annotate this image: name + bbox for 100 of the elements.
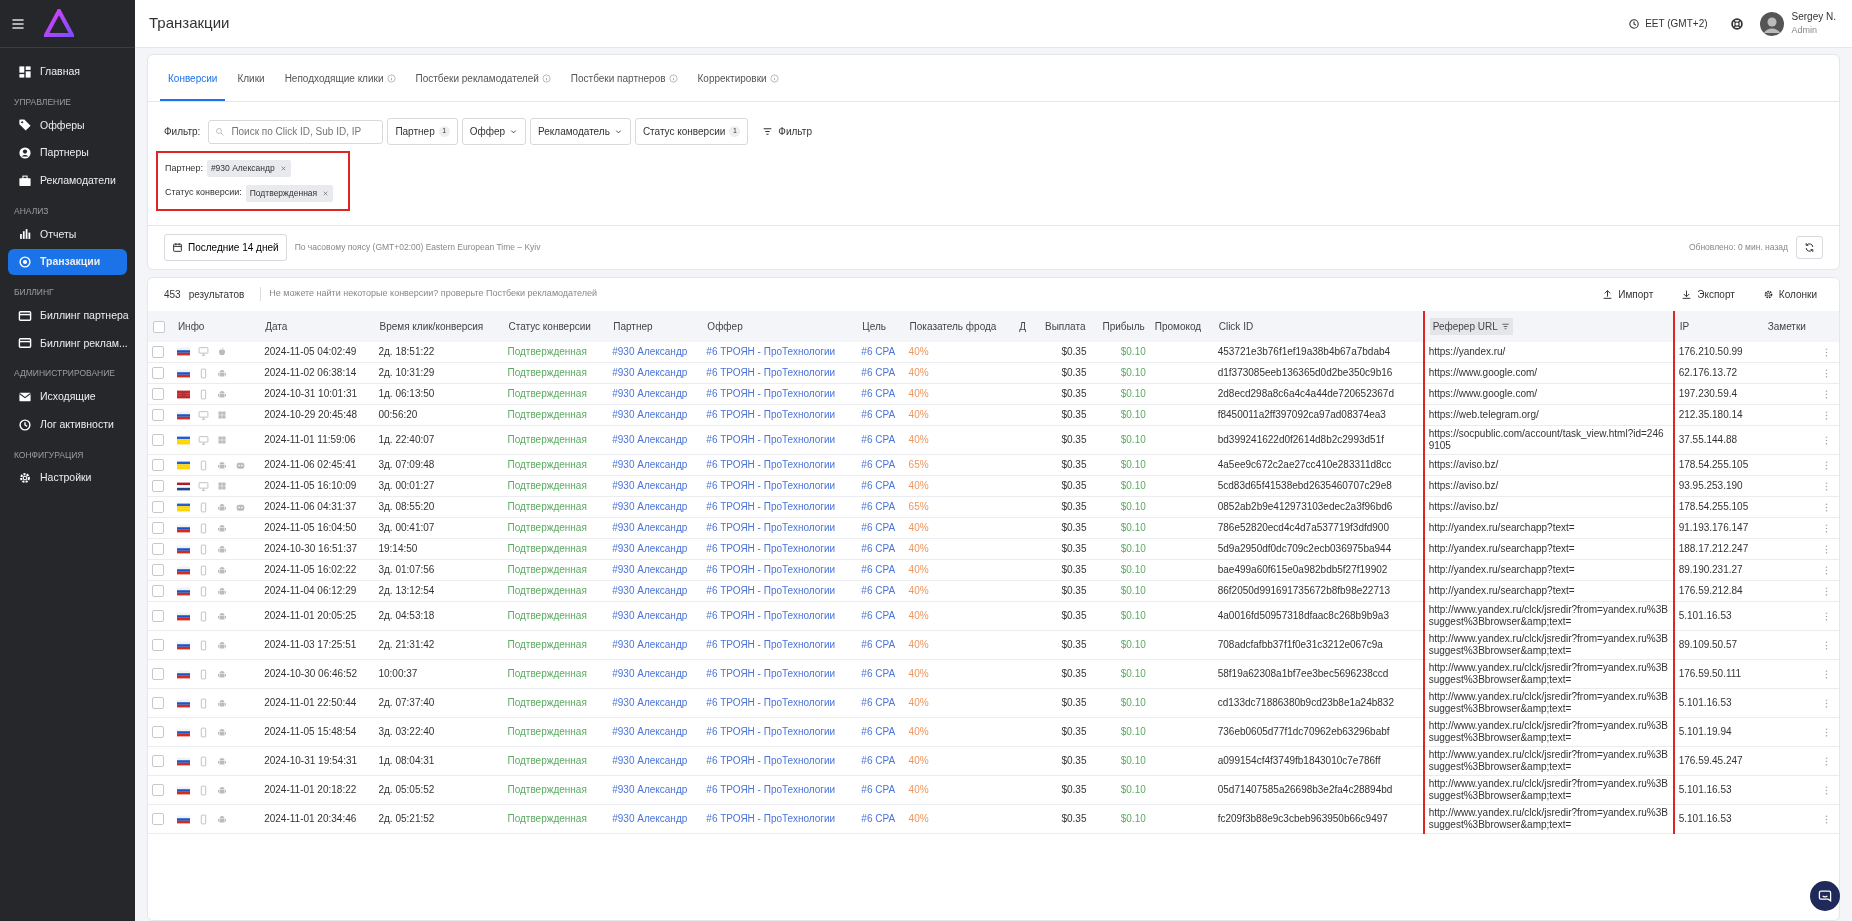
partner-link[interactable]: #930 Александр [612, 480, 688, 491]
filter-dropdown[interactable]: Оффер [461, 118, 527, 145]
goal-link[interactable]: #6 CPA [861, 543, 896, 554]
offer-link[interactable]: #6 ТРОЯН - ПроТехнологии [706, 784, 836, 795]
goal-link[interactable]: #6 CPA [861, 409, 896, 420]
partner-link[interactable]: #930 Александр [612, 813, 688, 824]
offer-link[interactable]: #6 ТРОЯН - ПроТехнологии [706, 501, 836, 512]
partner-link[interactable]: #930 Александр [612, 388, 688, 399]
offer-link[interactable]: #6 ТРОЯН - ПроТехнологии [706, 543, 836, 554]
row-checkbox[interactable] [152, 639, 164, 652]
goal-link[interactable]: #6 CPA [861, 755, 896, 766]
row-checkbox[interactable] [152, 345, 164, 358]
offer-link[interactable]: #6 ТРОЯН - ПроТехнологии [706, 434, 836, 445]
row-checkbox[interactable] [152, 585, 164, 598]
partner-link[interactable]: #930 Александр [612, 522, 688, 533]
search-field[interactable]: Поиск по Click ID, Sub ID, IP [208, 119, 384, 144]
row-checkbox[interactable] [152, 564, 164, 577]
offer-link[interactable]: #6 ТРОЯН - ПроТехнологии [706, 726, 836, 737]
goal-link[interactable]: #6 CPA [861, 585, 896, 596]
row-checkbox[interactable] [152, 668, 164, 681]
goal-link[interactable]: #6 CPA [861, 726, 896, 737]
tab[interactable]: Корректировки [689, 55, 787, 101]
toolbar-button[interactable]: Импорт [1596, 285, 1660, 303]
row-checkbox[interactable] [152, 813, 164, 826]
select-all-checkbox[interactable] [153, 320, 165, 333]
offer-link[interactable]: #6 ТРОЯН - ПроТехнологии [706, 697, 836, 708]
sidebar-item[interactable]: Биллинг реклам... [8, 330, 127, 357]
goal-link[interactable]: #6 CPA [861, 345, 896, 357]
filter-chip[interactable]: Подтвержденная [245, 184, 334, 202]
sidebar-item[interactable]: Отчеты [8, 221, 127, 248]
offer-link[interactable]: #6 ТРОЯН - ПроТехнологии [706, 564, 836, 575]
goal-link[interactable]: #6 CPA [861, 459, 896, 470]
toolbar-button[interactable]: Экспорт [1675, 285, 1741, 303]
offer-link[interactable]: #6 ТРОЯН - ПроТехнологии [706, 755, 836, 766]
tab[interactable]: Клики [229, 55, 273, 101]
offer-link[interactable]: #6 ТРОЯН - ПроТехнологии [706, 345, 836, 357]
filter-button[interactable]: Фильтр [756, 123, 818, 140]
filter-dropdown[interactable]: Рекламодатель [530, 118, 631, 145]
row-checkbox[interactable] [152, 459, 164, 472]
row-checkbox[interactable] [152, 522, 164, 535]
goal-link[interactable]: #6 CPA [861, 388, 896, 399]
sidebar-item[interactable]: Исходящие [8, 384, 127, 410]
partner-link[interactable]: #930 Александр [612, 543, 688, 554]
goal-link[interactable]: #6 CPA [861, 639, 896, 650]
partner-link[interactable]: #930 Александр [612, 610, 688, 621]
row-checkbox[interactable] [152, 726, 164, 739]
date-range-button[interactable]: Последние 14 дней [164, 233, 287, 261]
row-checkbox[interactable] [152, 610, 164, 623]
partner-link[interactable]: #930 Александр [612, 784, 688, 795]
goal-link[interactable]: #6 CPA [861, 697, 896, 708]
row-checkbox[interactable] [152, 697, 164, 710]
offer-link[interactable]: #6 ТРОЯН - ПроТехнологии [706, 388, 836, 399]
partner-link[interactable]: #930 Александр [612, 434, 688, 445]
row-checkbox[interactable] [152, 434, 164, 447]
partner-link[interactable]: #930 Александр [612, 501, 688, 512]
partner-link[interactable]: #930 Александр [612, 726, 688, 737]
row-checkbox[interactable] [152, 501, 164, 514]
row-checkbox[interactable] [152, 480, 164, 493]
sidebar-item[interactable]: Лог активности [8, 411, 127, 438]
goal-link[interactable]: #6 CPA [861, 522, 896, 533]
partner-link[interactable]: #930 Александр [612, 585, 688, 596]
column-header[interactable]: Реферер URL [1429, 317, 1513, 335]
tab[interactable]: Конверсии [160, 55, 226, 101]
offer-link[interactable]: #6 ТРОЯН - ПроТехнологии [706, 367, 836, 378]
partner-link[interactable]: #930 Александр [612, 755, 688, 766]
row-checkbox[interactable] [152, 784, 164, 797]
avatar-icon[interactable] [1759, 11, 1784, 36]
row-checkbox[interactable] [152, 388, 164, 401]
offer-link[interactable]: #6 ТРОЯН - ПроТехнологии [706, 610, 836, 621]
offer-link[interactable]: #6 ТРОЯН - ПроТехнологии [706, 459, 836, 470]
partner-link[interactable]: #930 Александр [612, 459, 688, 470]
goal-link[interactable]: #6 CPA [861, 564, 896, 575]
sidebar-item[interactable]: Транзакции [8, 249, 127, 275]
offer-link[interactable]: #6 ТРОЯН - ПроТехнологии [706, 585, 836, 596]
goal-link[interactable]: #6 CPA [861, 784, 896, 795]
tab[interactable]: Неподходящие клики [276, 55, 404, 101]
goal-link[interactable]: #6 CPA [861, 813, 896, 824]
partner-link[interactable]: #930 Александр [612, 668, 688, 679]
goal-link[interactable]: #6 CPA [861, 367, 896, 378]
partner-link[interactable]: #930 Александр [612, 564, 688, 575]
timezone-button[interactable]: EET (GMT+2) [1622, 15, 1714, 32]
offer-link[interactable]: #6 ТРОЯН - ПроТехнологии [706, 480, 836, 491]
goal-link[interactable]: #6 CPA [861, 610, 896, 621]
goal-link[interactable]: #6 CPA [861, 668, 896, 679]
goal-link[interactable]: #6 CPA [861, 480, 896, 491]
goal-link[interactable]: #6 CPA [861, 501, 896, 512]
sidebar-item[interactable]: Главная [8, 59, 127, 85]
sidebar-item[interactable]: Настройки [8, 465, 127, 491]
filter-chip[interactable]: #930 Александр [206, 160, 291, 177]
tab[interactable]: Постбеки партнеров [562, 55, 686, 101]
partner-link[interactable]: #930 Александр [612, 345, 688, 357]
goal-link[interactable]: #6 CPA [861, 434, 896, 445]
partner-link[interactable]: #930 Александр [612, 639, 688, 650]
offer-link[interactable]: #6 ТРОЯН - ПроТехнологии [706, 522, 836, 533]
offer-link[interactable]: #6 ТРОЯН - ПроТехнологии [706, 668, 836, 679]
offer-link[interactable]: #6 ТРОЯН - ПроТехнологии [706, 639, 836, 650]
refresh-button[interactable] [1796, 235, 1823, 259]
toolbar-button[interactable]: Колонки [1756, 285, 1823, 303]
sidebar-item[interactable]: Партнеры [8, 140, 127, 166]
partner-link[interactable]: #930 Александр [612, 367, 688, 378]
